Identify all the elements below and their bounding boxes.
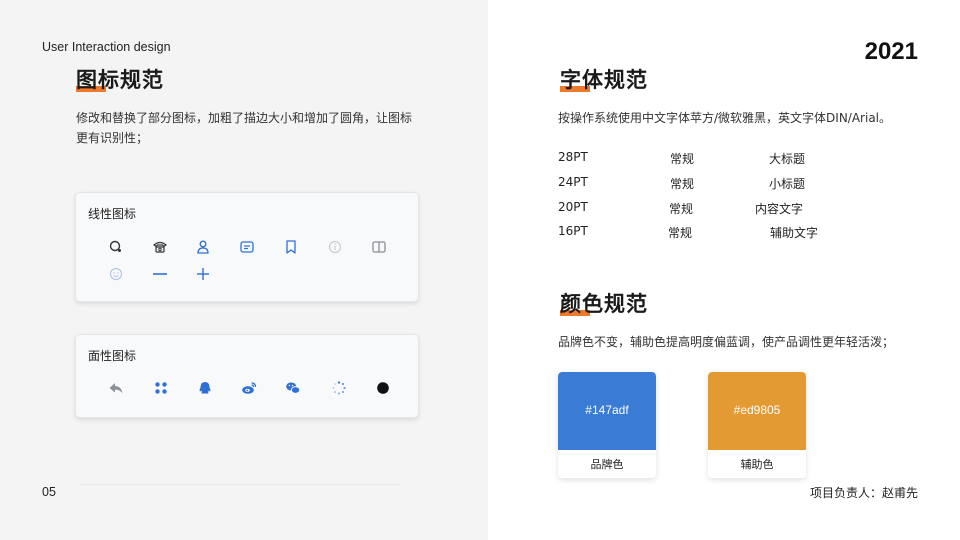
apps-icon[interactable] — [153, 380, 169, 396]
minus-icon[interactable] — [152, 266, 168, 282]
icons-section-description: 修改和替换了部分图标，加粗了描边大小和增加了圆角，让图标 更有识别性； — [76, 111, 413, 145]
fill-icons-card: 面性图标 — [75, 334, 419, 418]
dot-icon[interactable] — [375, 380, 391, 396]
font-weight: 常规 — [670, 152, 695, 166]
swatch-name: 品牌色 — [590, 458, 624, 471]
user-icon[interactable] — [195, 239, 211, 255]
book-icon[interactable] — [371, 239, 387, 255]
font-size: 16PT — [558, 224, 588, 238]
reply-icon[interactable] — [108, 380, 124, 396]
line-icons-card-title: 线性图标 — [88, 207, 137, 221]
page-number: 05 — [42, 485, 56, 499]
color-section-title: 颜色规范 — [560, 292, 648, 316]
footer-divider — [80, 484, 400, 485]
font-usage: 小标题 — [769, 177, 806, 191]
phone-icon[interactable] — [152, 239, 168, 255]
color-section-description: 品牌色不变，辅助色提高明度偏蓝调，使产品调性更年轻活泼； — [558, 335, 895, 349]
font-size: 28PT — [558, 150, 588, 164]
font-section-description: 按操作系统使用中文字体苹方/微软雅黑，英文字体DIN/Arial。 — [558, 111, 892, 125]
font-usage: 内容文字 — [755, 202, 804, 216]
swatch-hex: #147adf — [585, 403, 629, 417]
loading-icon[interactable] — [331, 380, 347, 396]
font-usage: 大标题 — [769, 152, 806, 166]
wechat-icon[interactable] — [285, 380, 301, 396]
message-icon[interactable] — [239, 239, 255, 255]
project-owner: 项目负责人：赵甫先 — [809, 486, 918, 500]
smile-icon[interactable] — [108, 266, 124, 282]
secondary-color-swatch: #ed9805 辅助色 — [708, 372, 806, 478]
plus-icon[interactable] — [195, 266, 211, 282]
font-weight: 常规 — [669, 202, 694, 216]
search-icon[interactable] — [108, 239, 124, 255]
fill-icons-card-title: 面性图标 — [88, 349, 137, 363]
swatch-name: 辅助色 — [740, 458, 774, 471]
font-weight: 常规 — [670, 177, 695, 191]
brand-label: User Interaction design — [42, 40, 171, 54]
line-icons-card: 线性图标 — [75, 192, 419, 302]
font-usage: 辅助文字 — [770, 226, 819, 240]
bookmark-icon[interactable] — [283, 239, 299, 255]
swatch-hex: #ed9805 — [733, 403, 781, 417]
weibo-icon[interactable] — [241, 380, 257, 396]
info-icon[interactable] — [327, 239, 343, 255]
font-size: 24PT — [558, 175, 588, 189]
icons-section-title: 图标规范 — [76, 68, 164, 92]
font-size: 20PT — [558, 200, 588, 214]
font-weight: 常规 — [668, 226, 693, 240]
brand-color-swatch: #147adf 品牌色 — [558, 372, 656, 478]
font-section-title: 字体规范 — [560, 68, 648, 92]
qq-icon[interactable] — [197, 380, 213, 396]
year-label: 2021 — [864, 38, 918, 65]
